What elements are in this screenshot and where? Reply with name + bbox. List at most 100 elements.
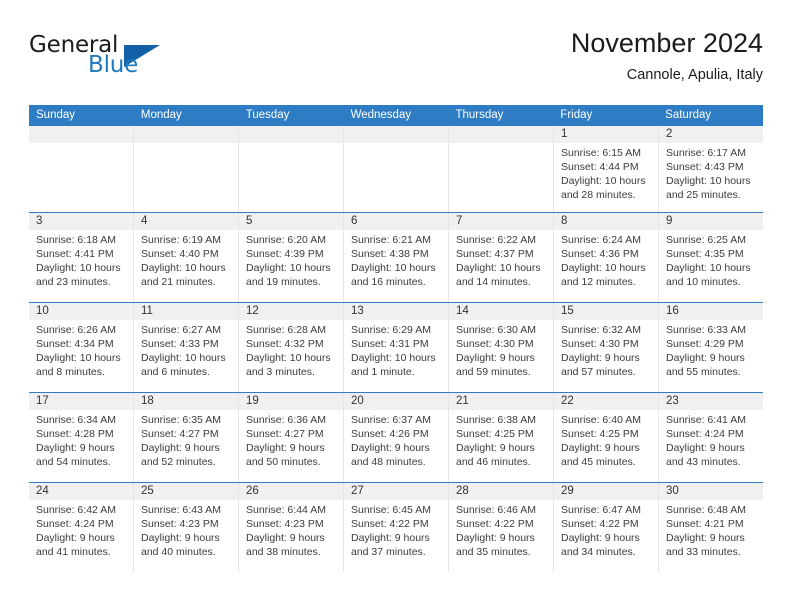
sunrise-text: Sunrise: 6:22 AM: [456, 234, 536, 246]
sunset-text: Sunset: 4:37 PM: [456, 248, 534, 260]
daylight-text-line2: and 23 minutes.: [36, 276, 111, 288]
day-number: 16: [659, 303, 763, 320]
calendar-week-row: 3 Sunrise: 6:18 AM Sunset: 4:41 PM Daylight…: [29, 212, 763, 302]
day-details: Sunrise: 6:17 AM Sunset: 4:43 PM Daylight:…: [659, 143, 763, 202]
daylight-text-line2: and 50 minutes.: [246, 456, 321, 468]
calendar-day-cell[interactable]: 11 Sunrise: 6:27 AM Sunset: 4:33 PM Dayligh…: [134, 303, 239, 392]
sunrise-text: Sunrise: 6:45 AM: [351, 504, 431, 516]
daylight-text-line1: Daylight: 9 hours: [141, 532, 220, 544]
calendar-day-cell[interactable]: 21 Sunrise: 6:38 AM Sunset: 4:25 PM Dayligh…: [449, 393, 554, 482]
sunset-text: Sunset: 4:36 PM: [561, 248, 639, 260]
daylight-text-line2: and 12 minutes.: [561, 276, 636, 288]
calendar-day-cell[interactable]: 14 Sunrise: 6:30 AM Sunset: 4:30 PM Dayligh…: [449, 303, 554, 392]
day-number: 6: [344, 213, 448, 230]
page-subtitle: Cannole, Apulia, Italy: [626, 67, 763, 83]
calendar-page: General Blue November 2024 Cannole, Apul…: [0, 0, 792, 612]
daylight-text-line2: and 34 minutes.: [561, 546, 636, 558]
sunrise-text: Sunrise: 6:33 AM: [666, 324, 746, 336]
sunset-text: Sunset: 4:34 PM: [36, 338, 114, 350]
daylight-text-line1: Daylight: 9 hours: [351, 442, 430, 454]
day-number: 3: [29, 213, 133, 230]
calendar-day-cell[interactable]: 6 Sunrise: 6:21 AM Sunset: 4:38 PM Daylight…: [344, 213, 449, 302]
day-number: 30: [659, 483, 763, 500]
general-blue-logo: General Blue: [29, 32, 229, 84]
calendar-day-cell[interactable]: 19 Sunrise: 6:36 AM Sunset: 4:27 PM Dayligh…: [239, 393, 344, 482]
calendar-day-cell[interactable]: 2 Sunrise: 6:17 AM Sunset: 4:43 PM Daylight…: [659, 126, 763, 212]
calendar-day-cell-empty: [239, 126, 344, 212]
calendar-day-cell[interactable]: 20 Sunrise: 6:37 AM Sunset: 4:26 PM Dayligh…: [344, 393, 449, 482]
calendar-day-cell[interactable]: 22 Sunrise: 6:40 AM Sunset: 4:25 PM Dayligh…: [554, 393, 659, 482]
calendar-day-cell[interactable]: 8 Sunrise: 6:24 AM Sunset: 4:36 PM Daylight…: [554, 213, 659, 302]
page-title: November 2024: [570, 28, 763, 58]
day-details: Sunrise: 6:32 AM Sunset: 4:30 PM Daylight:…: [554, 320, 658, 379]
daylight-text-line1: Daylight: 10 hours: [141, 352, 226, 364]
calendar-day-cell[interactable]: 10 Sunrise: 6:26 AM Sunset: 4:34 PM Dayligh…: [29, 303, 134, 392]
calendar-day-cell[interactable]: 16 Sunrise: 6:33 AM Sunset: 4:29 PM Dayligh…: [659, 303, 763, 392]
calendar-day-cell[interactable]: 1 Sunrise: 6:15 AM Sunset: 4:44 PM Daylight…: [554, 126, 659, 212]
sunrise-text: Sunrise: 6:27 AM: [141, 324, 221, 336]
sunrise-text: Sunrise: 6:17 AM: [666, 147, 746, 159]
calendar-day-cell[interactable]: 23 Sunrise: 6:41 AM Sunset: 4:24 PM Dayligh…: [659, 393, 763, 482]
day-number: 10: [29, 303, 133, 320]
calendar-weeks: 1 Sunrise: 6:15 AM Sunset: 4:44 PM Daylight…: [29, 126, 763, 572]
daylight-text-line1: Daylight: 10 hours: [351, 262, 436, 274]
sunset-text: Sunset: 4:25 PM: [561, 428, 639, 440]
sunset-text: Sunset: 4:28 PM: [36, 428, 114, 440]
daylight-text-line2: and 3 minutes.: [246, 366, 315, 378]
calendar-day-cell[interactable]: 28 Sunrise: 6:46 AM Sunset: 4:22 PM Dayligh…: [449, 483, 554, 572]
sunset-text: Sunset: 4:26 PM: [351, 428, 429, 440]
day-details: Sunrise: 6:47 AM Sunset: 4:22 PM Daylight:…: [554, 500, 658, 559]
day-number: 27: [344, 483, 448, 500]
calendar-day-cell[interactable]: 3 Sunrise: 6:18 AM Sunset: 4:41 PM Daylight…: [29, 213, 134, 302]
sunrise-text: Sunrise: 6:24 AM: [561, 234, 641, 246]
sunset-text: Sunset: 4:22 PM: [561, 518, 639, 530]
day-number: 14: [449, 303, 553, 320]
day-number: 26: [239, 483, 343, 500]
weekday-header-thursday: Thursday: [455, 109, 504, 121]
day-details: Sunrise: 6:36 AM Sunset: 4:27 PM Daylight:…: [239, 410, 343, 469]
daylight-text-line1: Daylight: 10 hours: [561, 262, 646, 274]
sunrise-text: Sunrise: 6:34 AM: [36, 414, 116, 426]
calendar-day-cell[interactable]: 25 Sunrise: 6:43 AM Sunset: 4:23 PM Dayligh…: [134, 483, 239, 572]
day-details: Sunrise: 6:38 AM Sunset: 4:25 PM Daylight:…: [449, 410, 553, 469]
sunset-text: Sunset: 4:29 PM: [666, 338, 744, 350]
sunrise-text: Sunrise: 6:42 AM: [36, 504, 116, 516]
calendar-day-cell[interactable]: 5 Sunrise: 6:20 AM Sunset: 4:39 PM Daylight…: [239, 213, 344, 302]
calendar-grid: Sunday Monday Tuesday Wednesday Thursday…: [29, 105, 763, 572]
daylight-text-line2: and 10 minutes.: [666, 276, 741, 288]
day-number: 12: [239, 303, 343, 320]
calendar-day-cell[interactable]: 12 Sunrise: 6:28 AM Sunset: 4:32 PM Dayligh…: [239, 303, 344, 392]
weekday-header-row: Sunday Monday Tuesday Wednesday Thursday…: [29, 105, 763, 126]
day-number: [239, 126, 343, 143]
sunrise-text: Sunrise: 6:15 AM: [561, 147, 641, 159]
day-number: 28: [449, 483, 553, 500]
calendar-day-cell[interactable]: 18 Sunrise: 6:35 AM Sunset: 4:27 PM Dayligh…: [134, 393, 239, 482]
calendar-day-cell[interactable]: 7 Sunrise: 6:22 AM Sunset: 4:37 PM Daylight…: [449, 213, 554, 302]
calendar-day-cell[interactable]: 26 Sunrise: 6:44 AM Sunset: 4:23 PM Dayligh…: [239, 483, 344, 572]
calendar-day-cell[interactable]: 27 Sunrise: 6:45 AM Sunset: 4:22 PM Dayligh…: [344, 483, 449, 572]
calendar-week-row: 1 Sunrise: 6:15 AM Sunset: 4:44 PM Daylight…: [29, 126, 763, 212]
calendar-day-cell[interactable]: 17 Sunrise: 6:34 AM Sunset: 4:28 PM Dayligh…: [29, 393, 134, 482]
calendar-day-cell[interactable]: 15 Sunrise: 6:32 AM Sunset: 4:30 PM Dayligh…: [554, 303, 659, 392]
daylight-text-line2: and 40 minutes.: [141, 546, 216, 558]
daylight-text-line2: and 45 minutes.: [561, 456, 636, 468]
calendar-day-cell[interactable]: 29 Sunrise: 6:47 AM Sunset: 4:22 PM Dayligh…: [554, 483, 659, 572]
calendar-day-cell[interactable]: 24 Sunrise: 6:42 AM Sunset: 4:24 PM Dayligh…: [29, 483, 134, 572]
sunrise-text: Sunrise: 6:35 AM: [141, 414, 221, 426]
day-number: [29, 126, 133, 143]
day-details: Sunrise: 6:46 AM Sunset: 4:22 PM Daylight:…: [449, 500, 553, 559]
calendar-day-cell[interactable]: 9 Sunrise: 6:25 AM Sunset: 4:35 PM Daylight…: [659, 213, 763, 302]
day-details: Sunrise: 6:29 AM Sunset: 4:31 PM Daylight:…: [344, 320, 448, 379]
daylight-text-line1: Daylight: 9 hours: [141, 442, 220, 454]
calendar-day-cell[interactable]: 30 Sunrise: 6:48 AM Sunset: 4:21 PM Dayligh…: [659, 483, 763, 572]
day-details: Sunrise: 6:33 AM Sunset: 4:29 PM Daylight:…: [659, 320, 763, 379]
sunrise-text: Sunrise: 6:37 AM: [351, 414, 431, 426]
daylight-text-line2: and 37 minutes.: [351, 546, 426, 558]
sunset-text: Sunset: 4:40 PM: [141, 248, 219, 260]
day-details: Sunrise: 6:19 AM Sunset: 4:40 PM Daylight:…: [134, 230, 238, 289]
calendar-day-cell[interactable]: 4 Sunrise: 6:19 AM Sunset: 4:40 PM Daylight…: [134, 213, 239, 302]
daylight-text-line1: Daylight: 9 hours: [246, 532, 325, 544]
day-details: Sunrise: 6:21 AM Sunset: 4:38 PM Daylight:…: [344, 230, 448, 289]
calendar-day-cell[interactable]: 13 Sunrise: 6:29 AM Sunset: 4:31 PM Dayligh…: [344, 303, 449, 392]
sunset-text: Sunset: 4:39 PM: [246, 248, 324, 260]
